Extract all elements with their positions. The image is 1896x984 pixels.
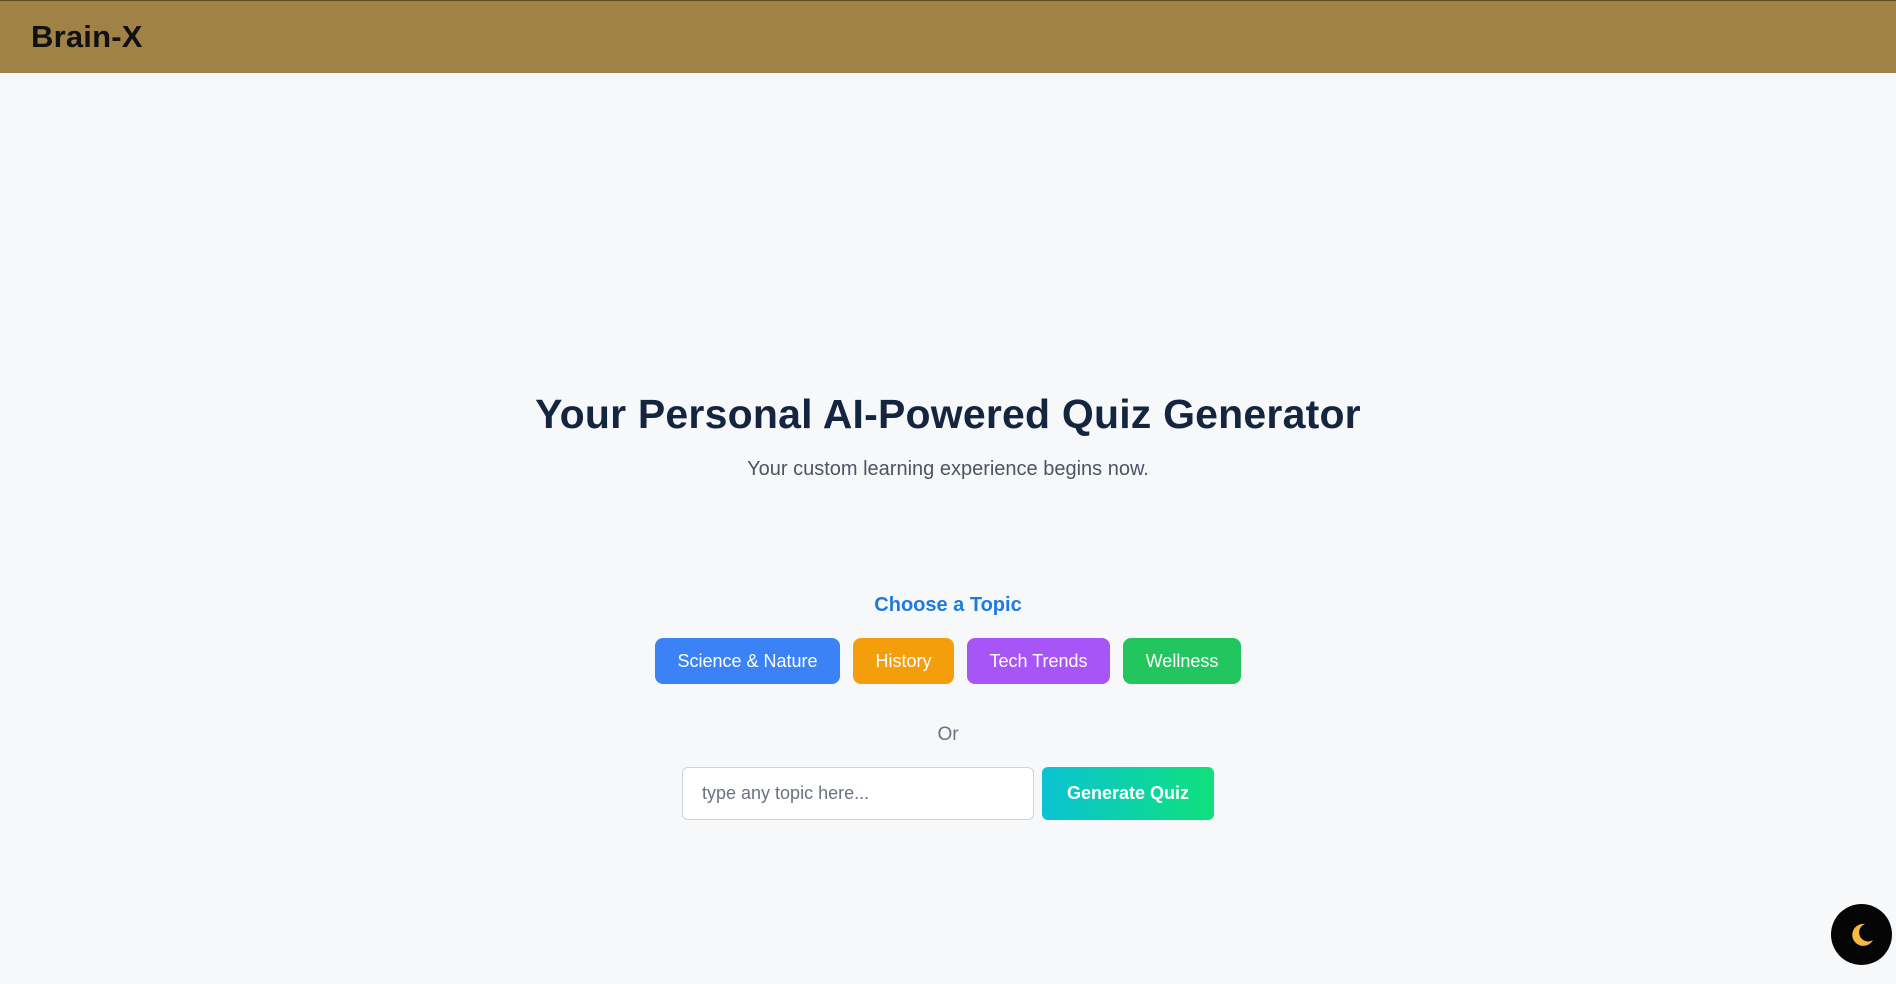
main-content: Your Personal AI-Powered Quiz Generator …	[0, 73, 1896, 984]
topic-buttons: Science & Nature History Tech Trends Wel…	[0, 638, 1896, 684]
generate-quiz-button[interactable]: Generate Quiz	[1042, 767, 1214, 820]
topic-button-tech-trends[interactable]: Tech Trends	[967, 638, 1110, 684]
page-title: Your Personal AI-Powered Quiz Generator	[535, 391, 1361, 437]
topic-button-history[interactable]: History	[853, 638, 954, 684]
topic-button-wellness[interactable]: Wellness	[1123, 638, 1241, 684]
custom-topic-row: Generate Quiz	[682, 767, 1214, 820]
moon-icon	[1851, 923, 1873, 946]
top-navbar: Brain-X	[0, 0, 1896, 73]
or-separator: Or	[937, 724, 959, 745]
choose-topic-heading: Choose a Topic	[874, 594, 1022, 616]
topic-button-science-nature[interactable]: Science & Nature	[655, 638, 840, 684]
custom-topic-input[interactable]	[682, 767, 1034, 820]
brand-logo-text[interactable]: Brain-X	[31, 19, 143, 55]
theme-toggle-button[interactable]	[1831, 904, 1892, 965]
page-subtitle: Your custom learning experience begins n…	[747, 458, 1149, 480]
